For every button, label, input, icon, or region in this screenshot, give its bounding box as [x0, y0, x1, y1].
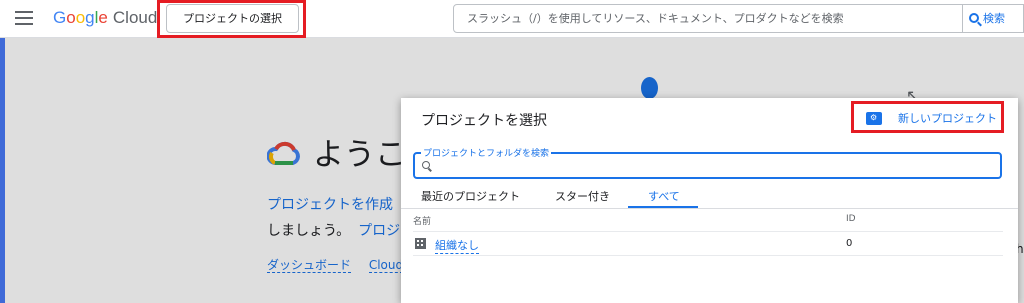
tab-starred[interactable]: スター付き: [555, 188, 610, 204]
dialog-title: プロジェクトを選択: [421, 113, 547, 129]
google-cloud-logo[interactable]: Google Cloud: [53, 8, 157, 28]
highlight-box-project-select: [157, 0, 306, 38]
tabs-divider: [401, 208, 1018, 209]
search-field-label: プロジェクトとフォルダを検索: [421, 146, 552, 159]
tab-recent[interactable]: 最近のプロジェクト: [421, 188, 520, 204]
column-header-id: ID: [846, 214, 856, 224]
menu-icon[interactable]: [15, 11, 33, 25]
highlight-box-new-project: [851, 101, 1004, 133]
search-icon: [969, 13, 979, 23]
search-button[interactable]: 検索: [963, 4, 1024, 33]
table-row-name[interactable]: 組織なし: [435, 237, 479, 254]
header-divider: [413, 231, 1003, 232]
left-edge-strip: [0, 38, 5, 303]
column-header-name: 名前: [413, 217, 432, 227]
top-bar: Google Cloud プロジェクトの選択 スラッシュ（/）を使用してリソース、…: [0, 0, 1024, 38]
table-row-id: 0: [846, 238, 853, 249]
search-icon: [422, 161, 430, 169]
project-tabs: 最近のプロジェクト スター付き すべて: [413, 182, 1002, 209]
row-divider: [413, 255, 1003, 256]
tab-all[interactable]: すべて: [648, 188, 680, 204]
building-icon: [415, 238, 426, 249]
search-input[interactable]: スラッシュ（/）を使用してリソース、ドキュメント、プロダクトなどを検索: [453, 4, 963, 33]
project-search-field[interactable]: プロジェクトとフォルダを検索: [413, 146, 1002, 179]
